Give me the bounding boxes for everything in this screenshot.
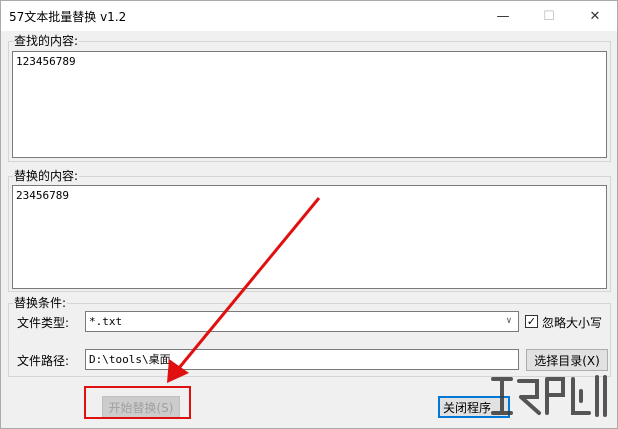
close-icon: ✕ [589,8,601,24]
app-window: 57文本批量替换 v1.2 — ☐ ✕ 查找的内容: 123456789 替换的… [0,0,618,429]
close-window-button[interactable]: ✕ [572,1,618,31]
replace-textarea[interactable]: 23456789 [12,185,607,289]
file-type-label: 文件类型: [17,316,70,330]
ignore-case-label[interactable]: 忽略大小写 [542,314,602,331]
minimize-button[interactable]: — [480,1,526,31]
maximize-icon: ☐ [543,8,555,24]
highlight-box [84,386,191,419]
conditions-group-label: 替换条件: [13,296,68,310]
file-path-label: 文件路径: [17,354,70,368]
chevron-down-icon[interactable]: ∨ [503,315,515,328]
choose-directory-button[interactable]: 选择目录(X) [526,349,608,371]
maximize-button[interactable]: ☐ [526,1,572,31]
watermark-logo [491,375,607,417]
checkmark-icon: ✓ [526,315,537,328]
window-title: 57文本批量替换 v1.2 [9,10,127,24]
file-type-value: *.txt [89,315,123,328]
file-type-combobox[interactable]: *.txt ∨ [85,311,519,332]
minimize-icon: — [496,8,510,24]
ignore-case-checkbox[interactable]: ✓ [525,315,538,328]
title-bar[interactable]: 57文本批量替换 v1.2 — ☐ ✕ [1,1,617,31]
replace-group-label: 替换的内容: [13,169,80,183]
find-textarea[interactable]: 123456789 [12,51,607,158]
find-group-label: 查找的内容: [13,34,80,48]
file-path-input[interactable]: D:\tools\桌面 [85,349,519,370]
